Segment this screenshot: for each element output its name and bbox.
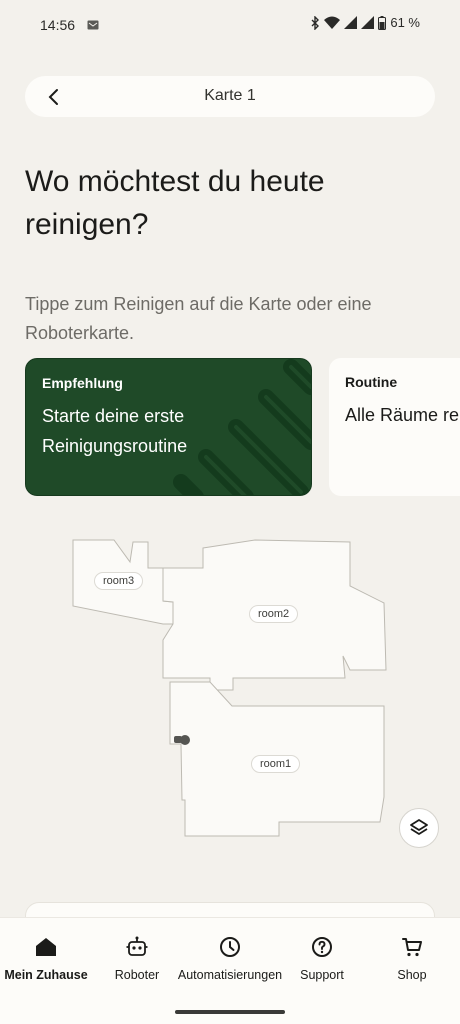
nav-label: Shop (397, 968, 427, 982)
message-icon (87, 20, 99, 30)
battery-percent: 61 % (390, 15, 420, 30)
bluetooth-icon (311, 15, 320, 30)
page-subtitle: Tippe zum Reinigen auf die Karte oder ei… (25, 294, 372, 343)
room-label-room2[interactable]: room2 (249, 605, 299, 623)
routine-card[interactable]: Routine Alle Räume re (329, 358, 460, 496)
home-icon (36, 938, 56, 956)
layers-button[interactable] (399, 808, 439, 848)
signal-icon (361, 16, 375, 29)
room-label-room3[interactable]: room3 (94, 572, 144, 590)
nav-item-automations[interactable]: Automatisierungen (172, 934, 288, 990)
page-title: Wo möchtest du heute reinigen? (25, 165, 325, 241)
status-bar: 14:56 61 % (0, 0, 460, 52)
signal-icon (344, 16, 358, 29)
nav-label: Mein Zuhause (4, 968, 88, 982)
header-bar: Karte 1 (25, 76, 435, 117)
wifi-icon (324, 16, 341, 29)
nav-label: Roboter (114, 968, 160, 982)
card-body: Starte deine erste Reinigungsroutine (42, 406, 188, 456)
card-kicker: Empfehlung (42, 375, 123, 391)
nav-item-home[interactable]: Mein Zuhause (4, 934, 88, 990)
status-time: 14:56 (40, 17, 76, 33)
clock-icon (220, 937, 240, 957)
nav-item-support[interactable]: Support (292, 934, 352, 990)
gesture-bar (175, 1010, 285, 1014)
card-body: Alle Räume re (345, 405, 460, 425)
card-kicker: Routine (345, 374, 398, 390)
header-title: Karte 1 (204, 87, 256, 104)
app-root: 14:56 61 % Karte 1 Wo möchtest du heute … (0, 0, 460, 1024)
nav-label: Support (300, 968, 344, 982)
layers-icon (410, 819, 428, 835)
robot-icon (126, 936, 148, 956)
nav-item-shop[interactable]: Shop (384, 934, 440, 990)
cart-icon (402, 938, 422, 957)
help-icon (312, 937, 332, 957)
nav-label: Automatisierungen (177, 968, 283, 982)
bottom-navigation: Mein Zuhause Roboter Automatisierungen S… (0, 917, 460, 1024)
recommendation-card[interactable]: Empfehlung Starte deine erste Reinigungs… (25, 358, 312, 496)
cards-carousel[interactable]: Empfehlung Starte deine erste Reinigungs… (25, 358, 460, 498)
room-label-room1[interactable]: room1 (251, 755, 301, 773)
battery-icon (378, 15, 387, 30)
nav-item-robot[interactable]: Roboter (107, 934, 167, 990)
status-right: 61 % (310, 15, 420, 30)
floor-map[interactable]: room3 room2 room1 (60, 530, 400, 850)
